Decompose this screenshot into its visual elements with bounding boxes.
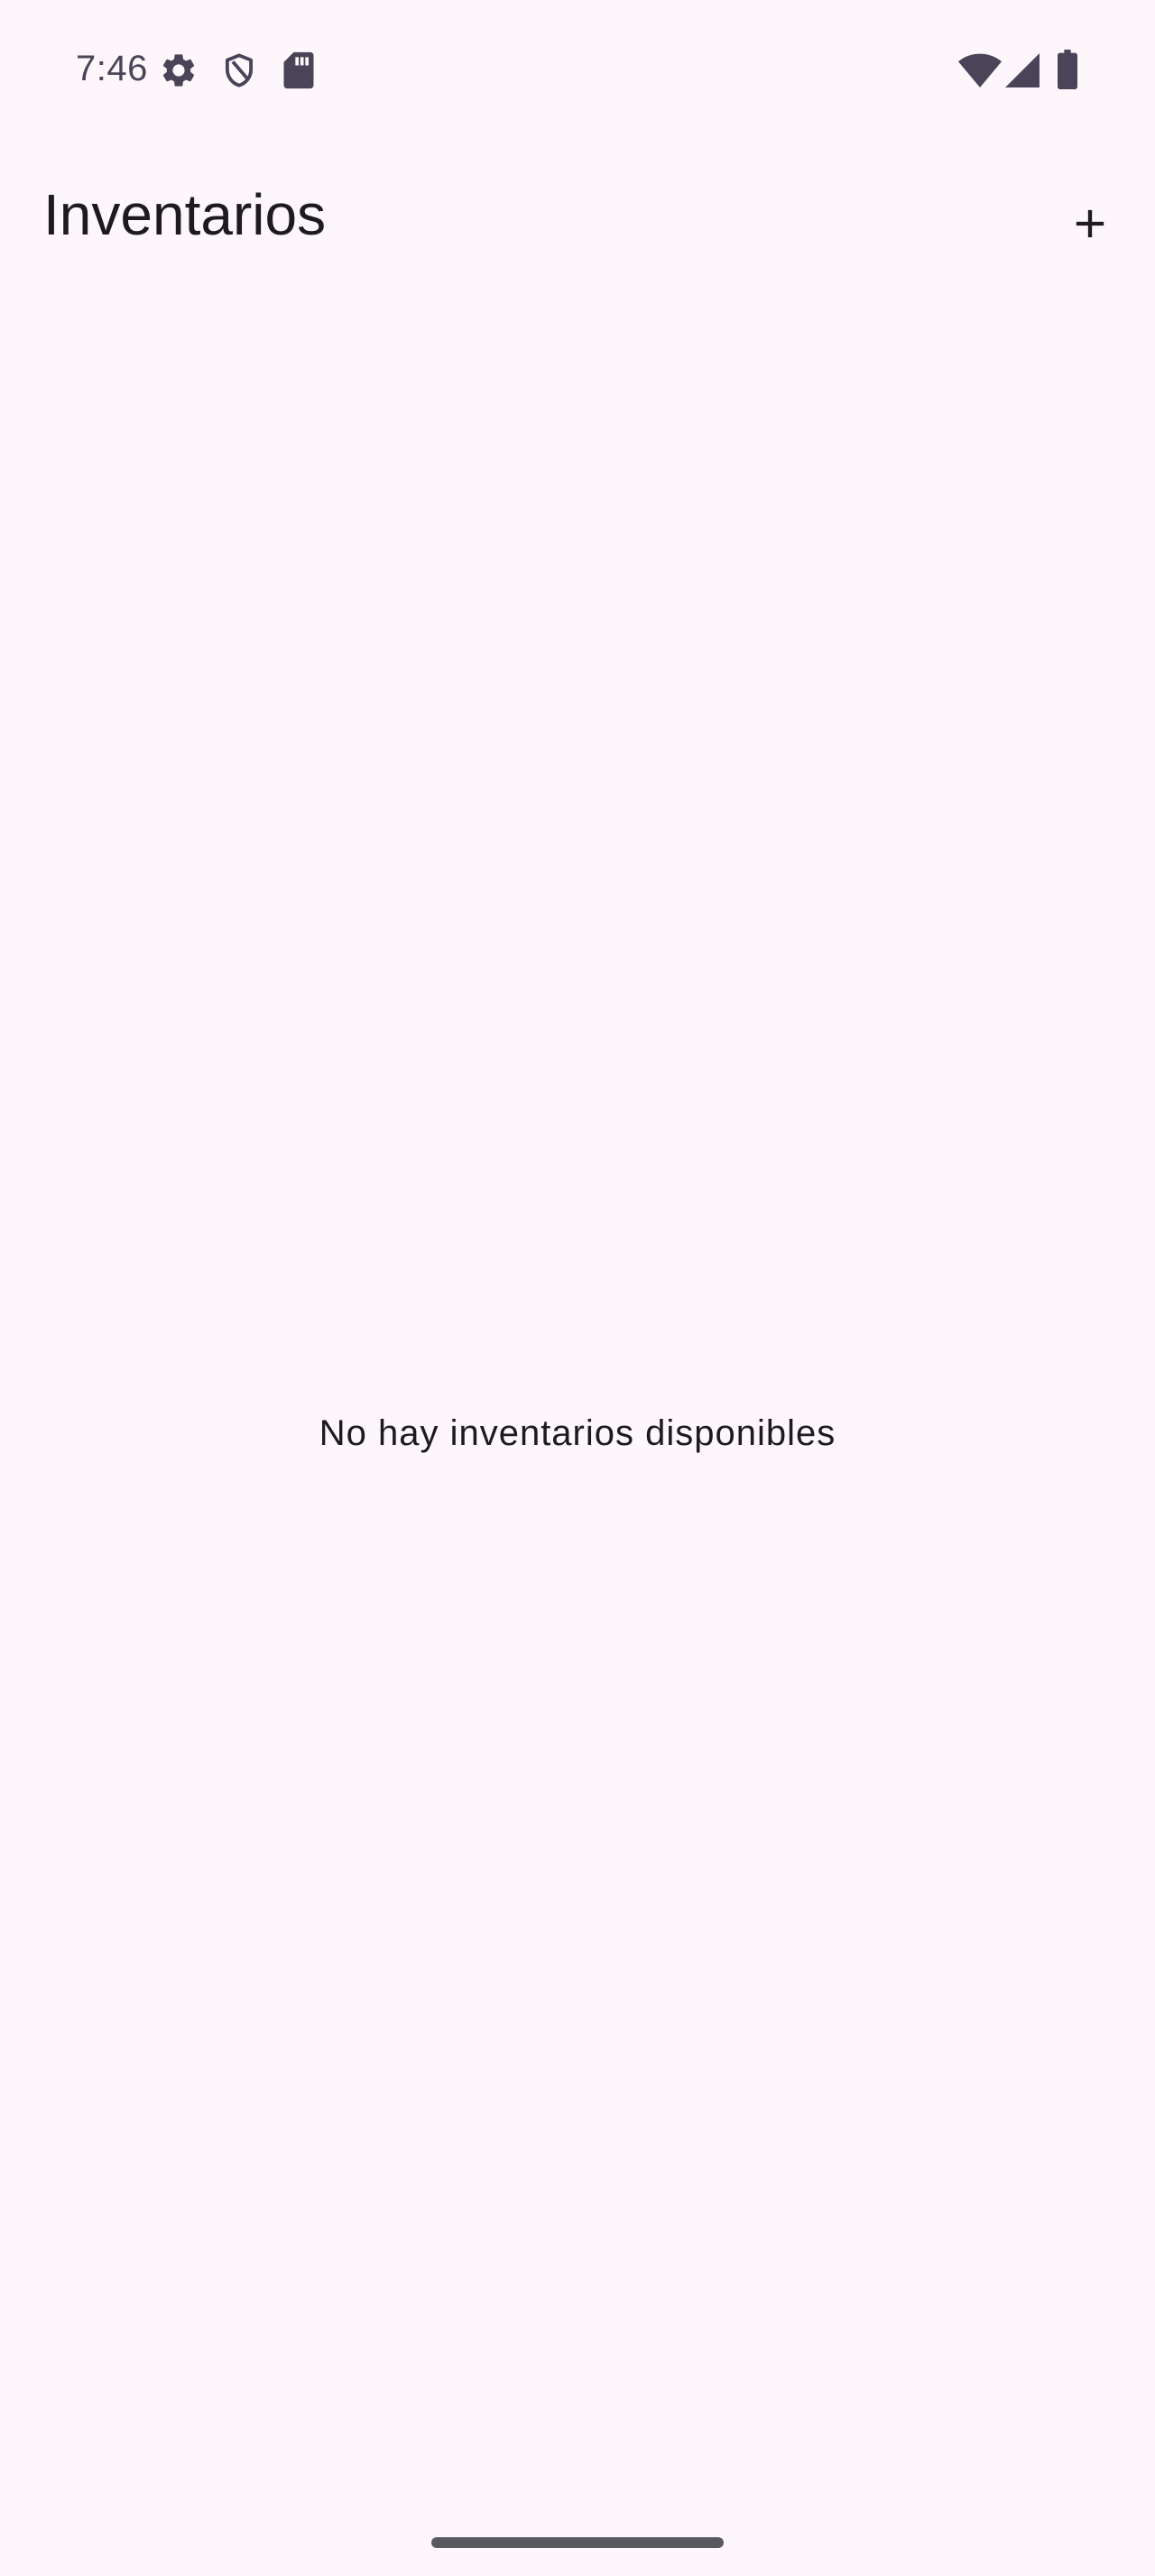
page-title: Inventarios: [43, 182, 327, 247]
status-time: 7:46: [76, 49, 148, 88]
wifi-icon: [958, 52, 1002, 88]
screen: 7:46 Inventarios No hay inventarios disp…: [0, 0, 1155, 2576]
shield-icon: [220, 51, 258, 90]
plus-icon: [1067, 200, 1113, 247]
gesture-navigation-handle[interactable]: [431, 2537, 724, 2548]
battery-icon: [1058, 49, 1077, 90]
sd-card-icon: [282, 51, 316, 90]
settings-icon: [159, 51, 199, 90]
top-app-bar: Inventarios: [0, 135, 1155, 294]
status-bar: 7:46: [0, 0, 1155, 135]
cell-signal-icon: [1005, 52, 1040, 88]
add-inventory-button[interactable]: [1043, 177, 1137, 271]
empty-state-message: No hay inventarios disponibles: [319, 1413, 836, 1453]
